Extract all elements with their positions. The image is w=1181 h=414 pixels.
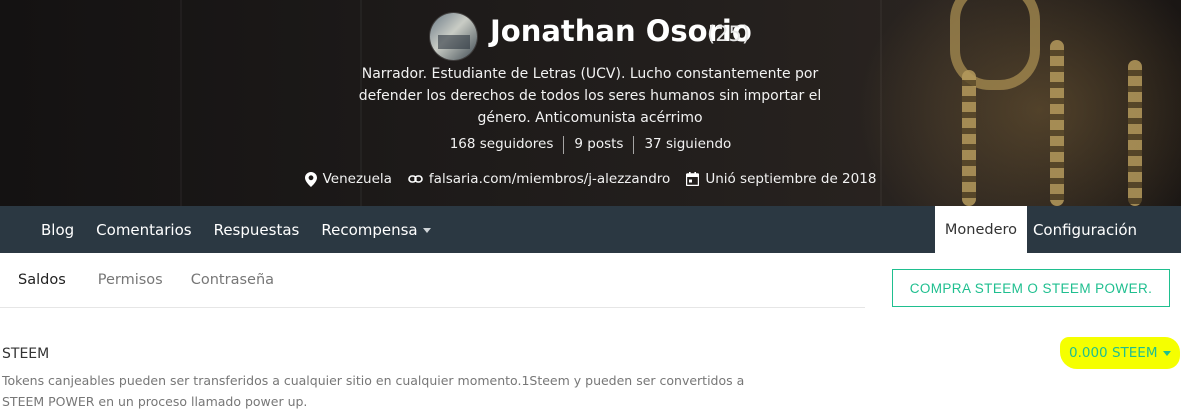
- steem-balance-value: 0.000 STEEM: [1069, 345, 1158, 361]
- following-count[interactable]: 37 siguiendo: [634, 136, 741, 154]
- subtab-permissions[interactable]: Permisos: [82, 272, 179, 288]
- profile-website[interactable]: falsaria.com/miembros/j-alezzandro: [408, 171, 670, 187]
- link-icon: [408, 175, 423, 183]
- nav-comments[interactable]: Comentarios: [85, 221, 202, 239]
- location-pin-icon: [304, 171, 317, 187]
- profile-header: Jonathan Osorio (25) Narrador. Estudiant…: [0, 0, 1181, 206]
- tab-settings[interactable]: Configuración: [1027, 206, 1143, 253]
- location-text: Venezuela: [322, 171, 392, 187]
- caret-down-icon: [1163, 350, 1172, 356]
- profile-about: Narrador. Estudiante de Letras (UCV). Lu…: [358, 66, 822, 126]
- followers-count[interactable]: 168 seguidores: [440, 136, 564, 154]
- steem-balance-dropdown[interactable]: 0.000 STEEM: [1063, 340, 1178, 366]
- steem-description: Tokens canjeables pueden ser transferido…: [2, 373, 745, 409]
- profile-stats: 168 seguidores 9 posts 37 siguiendo: [0, 136, 1181, 154]
- steem-title: STEEM: [2, 346, 50, 362]
- avatar[interactable]: [430, 13, 477, 60]
- calendar-icon: [686, 172, 700, 186]
- posts-count[interactable]: 9 posts: [564, 136, 633, 154]
- buy-steem-button[interactable]: COMPRA STEEM O STEEM POWER.: [892, 269, 1170, 307]
- reputation-score: (25): [707, 22, 751, 46]
- joined-text: Unió septiembre de 2018: [705, 171, 877, 187]
- wallet-subnav: Saldos Permisos Contraseña: [0, 253, 865, 308]
- profile-joined: Unió septiembre de 2018: [686, 171, 876, 187]
- caret-down-icon: [422, 227, 431, 233]
- profile-location: Venezuela: [304, 171, 392, 187]
- tab-wallet[interactable]: Monedero: [935, 206, 1027, 253]
- subtab-password[interactable]: Contraseña: [179, 272, 290, 288]
- nav-blog[interactable]: Blog: [30, 221, 85, 239]
- website-link[interactable]: falsaria.com/miembros/j-alezzandro: [429, 171, 670, 187]
- profile-nav: Blog Comentarios Respuestas Recompensa M…: [0, 206, 1181, 253]
- nav-rewards-dropdown[interactable]: Recompensa: [310, 221, 441, 239]
- profile-meta: Venezuela falsaria.com/miembros/j-alezza…: [0, 171, 1181, 187]
- nav-replies[interactable]: Respuestas: [203, 221, 311, 239]
- nav-rewards-label: Recompensa: [321, 220, 418, 239]
- subtab-balances[interactable]: Saldos: [0, 272, 82, 288]
